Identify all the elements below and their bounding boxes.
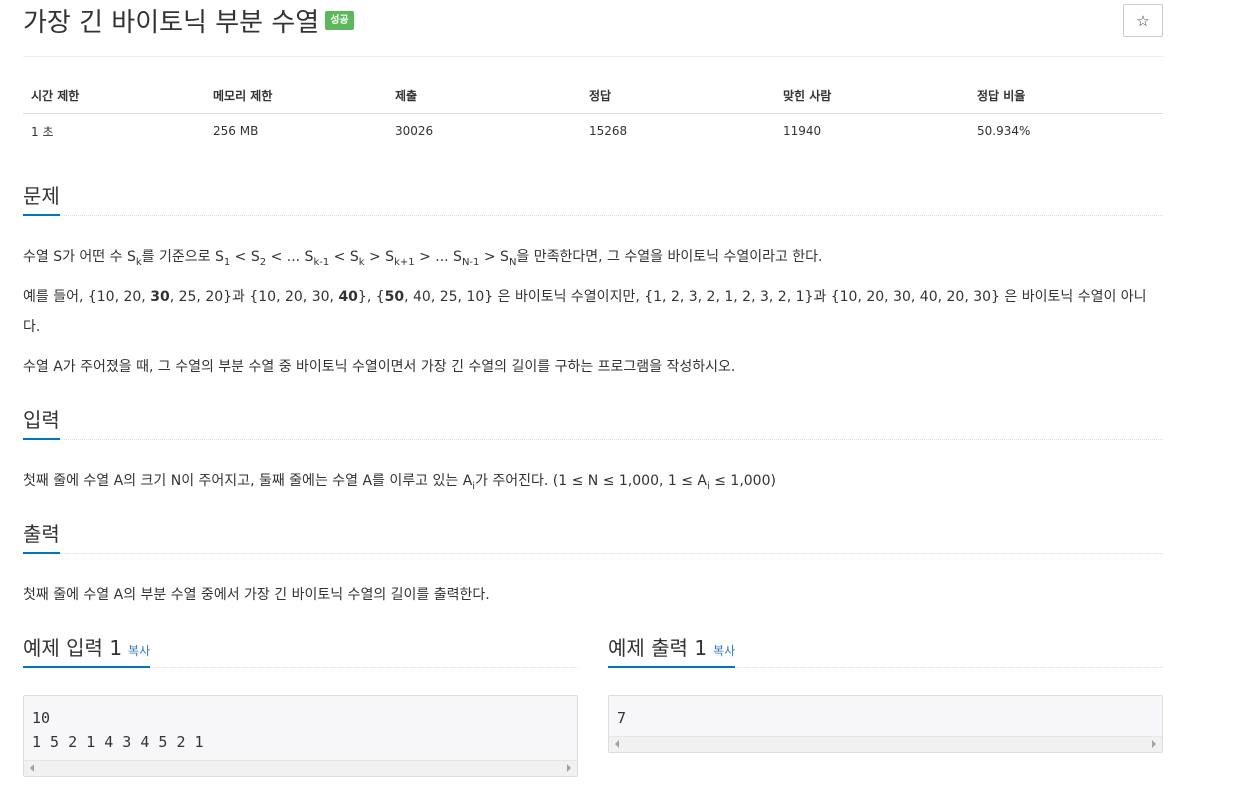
value-accept-ratio: 50.934%	[977, 124, 1031, 139]
sample-output-heading: 예제 출력 1 복사	[608, 636, 736, 668]
sample-output-box[interactable]: 7	[608, 695, 1163, 753]
output-heading: 출력	[23, 522, 60, 554]
description-section-header: 문제	[23, 180, 1163, 216]
scroll-right-icon[interactable]	[567, 764, 571, 772]
scroll-left-icon[interactable]	[30, 764, 34, 772]
input-section-header: 입력	[23, 404, 1163, 440]
description-heading: 문제	[23, 184, 60, 216]
sample-input-header: 예제 입력 1 복사	[23, 632, 578, 668]
header-solved-users: 맞힌 사람	[775, 78, 969, 114]
description-paragraph-1: 수열 S가 어떤 수 Sk를 기준으로 S1 < S2 < ... Sk-1 <…	[23, 249, 823, 268]
header-time-limit: 시간 제한	[23, 78, 205, 114]
copy-sample-output-button[interactable]: 복사	[713, 644, 735, 658]
sample-output-header: 예제 출력 1 복사	[608, 632, 1163, 668]
sample-input-text: 10 1 5 2 1 4 3 4 5 2 1	[32, 709, 204, 751]
value-solved-users: 11940	[783, 124, 822, 139]
problem-page: 가장 긴 바이토닉 부분 수열 성공 ☆ 시간 제한 메모리 제한 제출 정답 맞…	[23, 0, 1163, 777]
description-paragraph-2: 예를 들어, {10, 20, 30, 25, 20}과 {10, 20, 30…	[23, 289, 1147, 335]
header-accept-ratio: 정답 비율	[969, 78, 1163, 114]
output-section-header: 출력	[23, 518, 1163, 554]
input-heading: 입력	[23, 408, 60, 440]
copy-sample-input-button[interactable]: 복사	[128, 644, 150, 658]
value-submissions: 30026	[395, 124, 434, 139]
page-title: 가장 긴 바이토닉 부분 수열 성공	[23, 2, 354, 39]
sample-input-heading: 예제 입력 1 복사	[23, 636, 151, 668]
scroll-right-icon[interactable]	[1152, 740, 1156, 748]
value-time-limit: 1 초	[31, 124, 54, 139]
value-memory-limit: 256 MB	[213, 124, 259, 139]
problem-title: 가장 긴 바이토닉 부분 수열	[23, 8, 320, 38]
star-button[interactable]: ☆	[1123, 4, 1163, 37]
problem-info-table: 시간 제한 메모리 제한 제출 정답 맞힌 사람 정답 비율 1 초 256 M…	[23, 78, 1163, 149]
input-description: 첫째 줄에 수열 A의 크기 N이 주어지고, 둘째 줄에는 수열 A를 이루고…	[23, 473, 776, 492]
sample-output-scrollbar[interactable]	[609, 736, 1162, 752]
star-icon: ☆	[1136, 11, 1150, 30]
header-submissions: 제출	[387, 78, 581, 114]
info-value-row: 1 초 256 MB 30026 15268 11940 50.934%	[23, 113, 1163, 149]
sample-output-text: 7	[617, 709, 627, 727]
sample-input-box[interactable]: 10 1 5 2 1 4 3 4 5 2 1	[23, 695, 578, 777]
sample-input-scrollbar[interactable]	[24, 760, 577, 776]
info-header-row: 시간 제한 메모리 제한 제출 정답 맞힌 사람 정답 비율	[23, 78, 1163, 114]
title-row: 가장 긴 바이토닉 부분 수열 성공 ☆	[23, 0, 1163, 57]
header-memory-limit: 메모리 제한	[205, 78, 387, 114]
output-description: 첫째 줄에 수열 A의 부분 수열 중에서 가장 긴 바이토닉 수열의 길이를 …	[23, 587, 490, 603]
value-accepted: 15268	[589, 124, 628, 139]
scroll-left-icon[interactable]	[615, 740, 619, 748]
status-badge: 성공	[325, 11, 354, 30]
description-paragraph-3: 수열 A가 주어졌을 때, 그 수열의 부분 수열 중 바이토닉 수열이면서 가…	[23, 359, 736, 375]
header-accepted: 정답	[581, 78, 775, 114]
